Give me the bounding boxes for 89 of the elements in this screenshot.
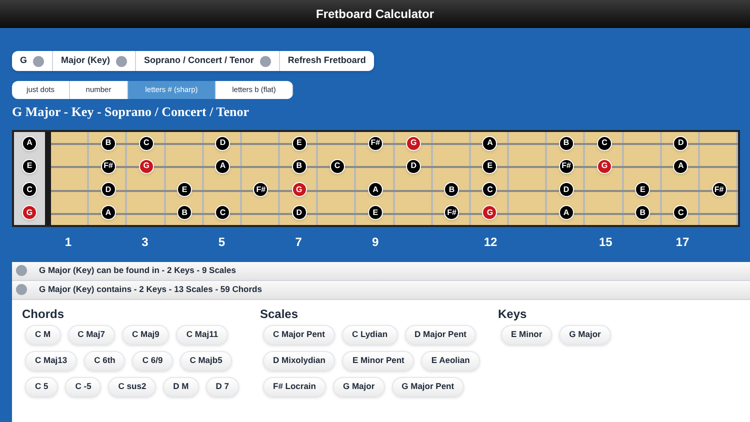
note-marker: B [444, 182, 460, 198]
note-marker: E [368, 205, 383, 220]
note-marker: C [215, 205, 230, 220]
tag-chip[interactable]: C Maj7 [68, 324, 115, 344]
note-marker: G [138, 158, 154, 174]
tag-chip[interactable]: G Major [332, 376, 385, 396]
info-text: G Major (Key) can be found in - 2 Keys - 9 Scales [39, 264, 236, 277]
tag-chip[interactable]: C -5 [65, 376, 102, 396]
fret-number: 15 [598, 234, 612, 250]
fret-number: 9 [372, 234, 379, 250]
tag-chip[interactable]: C 5 [25, 376, 58, 396]
selector-button[interactable]: Major (Key) [53, 51, 136, 71]
tag-chip[interactable]: D Mixolydian [263, 350, 336, 370]
tag-chip[interactable]: D Major Pent [404, 324, 476, 344]
note-marker: G [596, 158, 612, 174]
note-marker: B [177, 205, 192, 220]
tag-chip[interactable]: C Majb5 [180, 350, 232, 370]
tag-chip[interactable]: C Maj13 [25, 350, 78, 370]
note-marker: B [100, 136, 116, 151]
info-row[interactable]: G Major (Key) contains - 2 Keys - 13 Scales - 59 Chords [12, 280, 750, 300]
tag-chip[interactable]: E Minor [501, 324, 552, 344]
fret-number: 12 [484, 234, 498, 250]
note-marker: A [482, 136, 498, 151]
note-marker: G [406, 136, 422, 151]
tag-chip[interactable]: D M [163, 376, 199, 396]
group-title: Keys [498, 306, 528, 322]
tag-chip[interactable]: E Aeolian [421, 350, 480, 370]
note-marker: F# [100, 158, 116, 174]
info-text: G Major (Key) contains - 2 Keys - 13 Scales - 59 Chords [39, 283, 262, 296]
note-marker: C [673, 205, 688, 220]
note-marker: C [330, 158, 345, 174]
note-marker: G [22, 205, 37, 220]
group-title: Chords [22, 306, 65, 322]
note-marker: C [138, 136, 154, 151]
note-marker: A [100, 205, 116, 220]
note-marker: F# [253, 182, 268, 198]
note-marker: F# [368, 136, 383, 151]
fret-number: 17 [676, 234, 690, 250]
note-marker: E [292, 136, 307, 151]
note-marker: E [482, 158, 498, 174]
note-marker: A [368, 182, 383, 198]
note-marker: B [292, 158, 307, 174]
tag-chip[interactable]: C sus2 [108, 376, 156, 396]
fret-number: 3 [142, 234, 148, 250]
tag-chip[interactable]: F# Locrain [263, 376, 326, 396]
info-row[interactable]: G Major (Key) can be found in - 2 Keys - 9 Scales [12, 262, 750, 280]
tag-chip[interactable]: C Major Pent [263, 324, 335, 344]
tag-chip[interactable]: G Major [559, 324, 611, 344]
fret-number: 1 [64, 234, 72, 250]
title-bar: Fretboard Calculator [0, 0, 750, 28]
tag-chip[interactable]: G Major Pent [392, 376, 464, 396]
tag-chip[interactable]: C M [25, 324, 61, 344]
note-marker: C [22, 182, 37, 198]
note-marker: E [635, 182, 650, 198]
fret-number: 7 [295, 234, 302, 250]
tag-chip[interactable]: D 7 [206, 376, 239, 396]
note-marker: D [406, 158, 422, 174]
tag-chip[interactable]: C Lydian [342, 324, 398, 344]
tag-chip[interactable]: E Minor Pent [342, 350, 414, 370]
tag-chip[interactable]: C 6/9 [132, 350, 173, 370]
note-marker: C [596, 136, 612, 151]
note-marker: D [215, 136, 230, 151]
note-marker: A [215, 158, 230, 174]
note-marker: F# [558, 158, 574, 174]
tag-chip[interactable]: C Maj9 [122, 324, 170, 344]
note-marker: G [482, 205, 498, 220]
note-marker: A [22, 136, 37, 151]
fretboard-heading: G Major - Key - Soprano / Concert / Tenor [12, 103, 250, 121]
group-title: Scales [260, 306, 300, 322]
note-marker: E [22, 158, 37, 174]
note-marker: F# [712, 182, 726, 198]
tag-chip[interactable]: C Maj11 [176, 324, 228, 344]
note-marker: D [100, 182, 116, 198]
note-marker: A [558, 205, 574, 220]
note-marker: C [482, 182, 498, 198]
note-marker: B [558, 136, 574, 151]
selector-button[interactable]: G [12, 51, 54, 71]
note-marker: D [673, 136, 688, 151]
note-marker: F# [444, 205, 460, 220]
note-marker: A [673, 158, 688, 174]
note-marker: D [558, 182, 574, 198]
note-marker: E [177, 182, 192, 198]
note-marker: B [635, 205, 650, 220]
note-marker: D [292, 205, 307, 220]
tag-chip[interactable]: C 6th [84, 350, 126, 370]
selector-button[interactable]: Soprano / Concert / Tenor [136, 51, 280, 71]
note-marker: G [292, 182, 307, 198]
fret-number: 5 [218, 234, 226, 250]
selector-button[interactable]: Refresh Fretboard [280, 51, 374, 71]
